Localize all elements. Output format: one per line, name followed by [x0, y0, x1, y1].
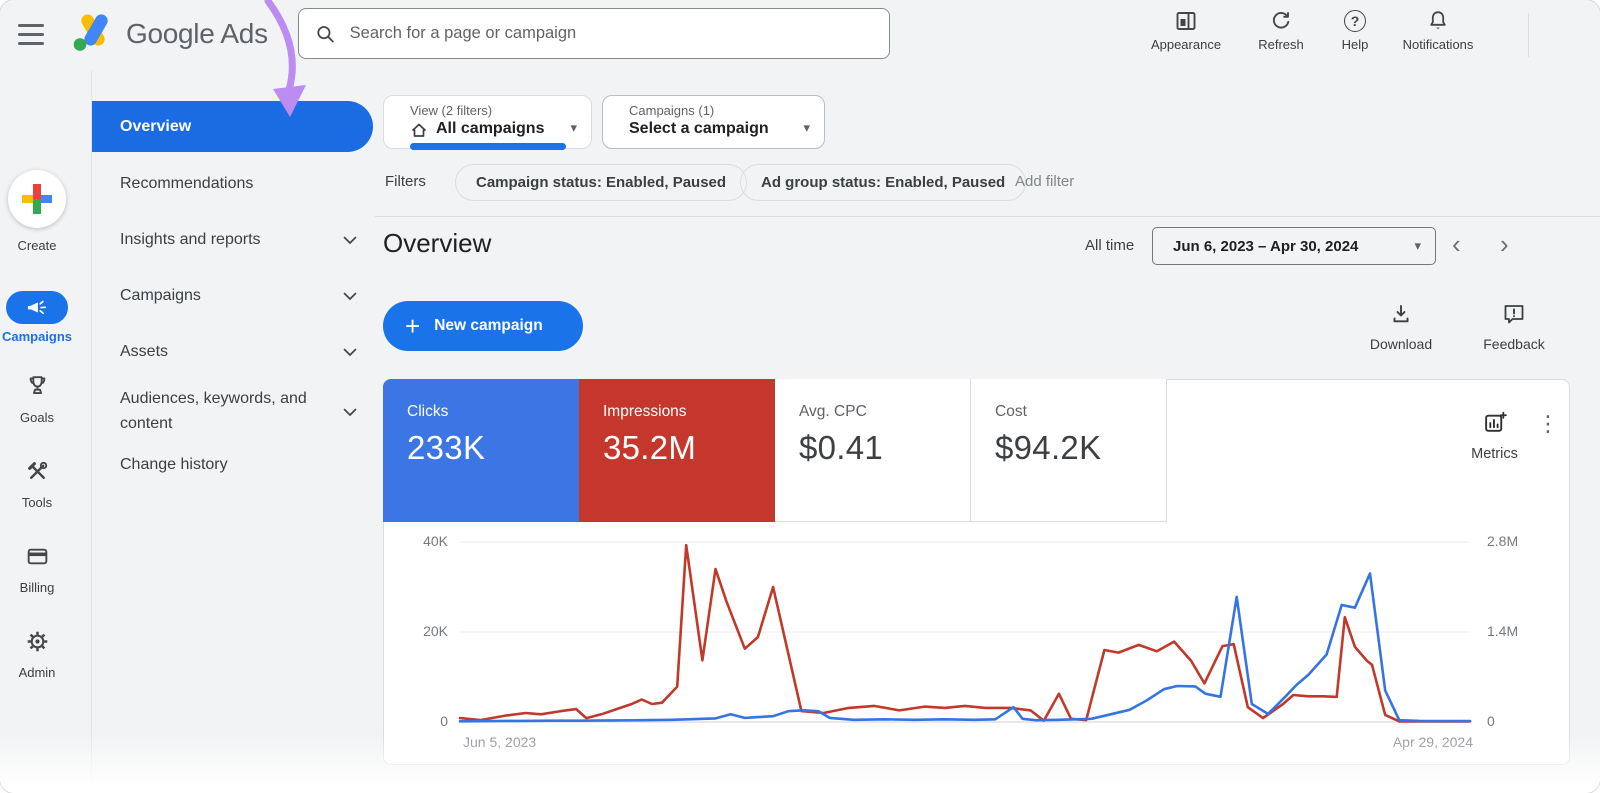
feedback-button[interactable]: Feedback — [1459, 302, 1569, 352]
right-axis-tick-28m: 2.8M — [1487, 533, 1547, 549]
home-icon — [410, 122, 428, 139]
tools-icon[interactable] — [25, 459, 50, 489]
chevron-down-icon — [343, 408, 357, 417]
add-filter-button[interactable]: Add filter — [1015, 173, 1074, 190]
chevron-down-icon — [343, 348, 357, 357]
rail-item-billing-label[interactable]: Billing — [0, 580, 74, 595]
nav-item-insights-and-reports[interactable]: Insights and reports — [92, 226, 375, 254]
caret-down-icon: ▾ — [570, 120, 577, 136]
chevron-down-icon — [343, 292, 357, 301]
rail-item-admin-label[interactable]: Admin — [0, 665, 74, 680]
scorecard-clicks[interactable]: Clicks 233K — [383, 379, 579, 522]
left-axis-tick-20k: 20K — [388, 623, 448, 639]
create-button[interactable] — [8, 170, 66, 228]
nav-item-recommendations[interactable]: Recommendations — [92, 170, 375, 198]
rail-item-campaigns-label[interactable]: Campaigns — [0, 329, 74, 344]
metrics-icon — [1482, 410, 1508, 435]
nav-item-campaigns[interactable]: Campaigns — [92, 282, 375, 310]
brand-title: Google Ads — [126, 18, 268, 50]
admin-gear-icon[interactable] — [25, 629, 50, 659]
date-range-picker[interactable]: Jun 6, 2023 – Apr 30, 2024 ▾ — [1152, 227, 1436, 265]
google-ads-app: Google Ads Appearance Refresh ? — [0, 0, 1600, 793]
filter-chip-ad-group-status[interactable]: Ad group status: Enabled, Paused — [740, 164, 1026, 201]
time-label: All time — [1085, 237, 1134, 254]
right-axis-tick-0: 0 — [1487, 713, 1547, 729]
feedback-icon — [1502, 302, 1526, 326]
new-campaign-button[interactable]: + New campaign — [383, 301, 583, 351]
chevron-down-icon — [343, 236, 357, 245]
previous-period-button[interactable]: ‹ — [1452, 229, 1461, 260]
page-title: Overview — [383, 228, 491, 259]
megaphone-icon — [26, 298, 48, 318]
x-axis-start-label: Jun 5, 2023 — [463, 734, 536, 750]
appearance-icon — [1141, 8, 1231, 34]
right-axis-tick-14m: 1.4M — [1487, 623, 1547, 639]
filters-label: Filters — [385, 173, 426, 190]
section-divider — [375, 216, 1600, 217]
nav-item-overview[interactable]: Overview — [92, 101, 373, 152]
appearance-button[interactable]: Appearance — [1141, 8, 1231, 52]
caret-down-icon: ▾ — [803, 120, 810, 136]
plus-icon: + — [405, 311, 420, 342]
performance-chart[interactable] — [460, 535, 1470, 730]
rail-item-create-label[interactable]: Create — [0, 238, 74, 253]
impressions-line — [460, 545, 1470, 721]
google-ads-logo — [72, 11, 118, 55]
billing-icon[interactable] — [25, 544, 50, 574]
campaign-select-dropdown[interactable]: Campaigns (1) Select a campaign ▾ — [602, 95, 825, 149]
create-plus-icon — [22, 184, 52, 214]
more-options-icon[interactable]: ⋮ — [1537, 413, 1559, 435]
nav-item-change-history[interactable]: Change history — [92, 451, 375, 479]
notifications-button[interactable]: Notifications — [1393, 8, 1483, 52]
topbar-divider — [1528, 13, 1529, 57]
download-button[interactable]: Download — [1346, 302, 1456, 352]
x-axis-end-label: Apr 29, 2024 — [1378, 734, 1473, 750]
nav-item-assets[interactable]: Assets — [92, 338, 375, 366]
navigation-rail: Create Campaigns Goals — [0, 70, 92, 793]
scorecard-avg-cpc[interactable]: Avg. CPC $0.41 — [775, 379, 971, 522]
left-axis-tick-40k: 40K — [388, 533, 448, 549]
scorecard-impressions[interactable]: Impressions 35.2M — [579, 379, 775, 522]
clicks-line — [460, 574, 1470, 722]
rail-item-campaigns[interactable] — [6, 291, 68, 324]
global-search[interactable] — [298, 8, 890, 59]
help-button[interactable]: ? Help — [1310, 8, 1400, 52]
help-icon: ? — [1310, 8, 1400, 34]
metrics-button[interactable]: Metrics — [1452, 410, 1537, 462]
search-input[interactable] — [350, 24, 873, 43]
notifications-icon — [1393, 8, 1483, 34]
search-icon — [315, 23, 336, 45]
next-period-button[interactable]: › — [1500, 229, 1509, 260]
left-axis-tick-0: 0 — [388, 713, 448, 729]
rail-item-goals-label[interactable]: Goals — [0, 410, 74, 425]
caret-down-icon: ▾ — [1414, 238, 1421, 254]
filter-chip-campaign-status[interactable]: Campaign status: Enabled, Paused — [455, 164, 747, 201]
view-active-indicator — [410, 143, 566, 150]
goals-icon[interactable] — [25, 373, 50, 403]
download-icon — [1389, 302, 1413, 326]
nav-item-audiences-keywords-content[interactable]: Audiences, keywords, and content — [92, 386, 375, 438]
rail-item-tools-label[interactable]: Tools — [0, 495, 74, 510]
scorecard-cost[interactable]: Cost $94.2K — [971, 379, 1167, 522]
view-dropdown[interactable]: View (2 filters) All campaigns ▾ — [383, 95, 592, 149]
main-menu-icon[interactable] — [18, 24, 44, 51]
